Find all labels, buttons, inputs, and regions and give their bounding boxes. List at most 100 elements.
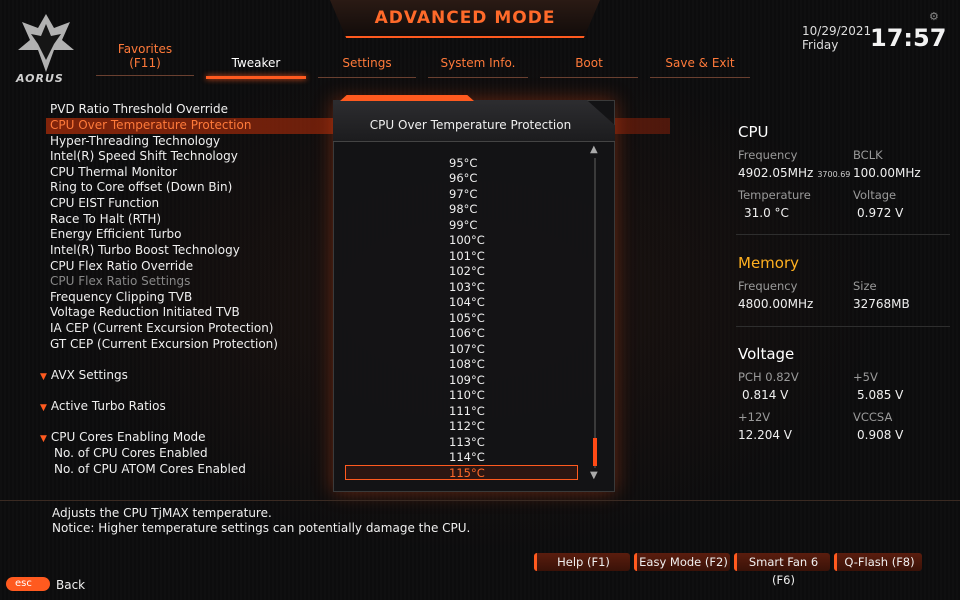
popup-option[interactable]: 96°C (449, 171, 477, 185)
popup-option[interactable]: 101°C (449, 249, 485, 263)
panel-divider (736, 234, 950, 235)
setting-atom-cores-enabled[interactable]: No. of CPU ATOM Cores Enabled (54, 462, 246, 476)
popup-option[interactable]: 112°C (449, 419, 485, 433)
vccsa-label: VCCSA (853, 410, 893, 424)
memory-frequency-label: Frequency (738, 279, 798, 293)
popup-option[interactable]: 104°C (449, 295, 485, 309)
tab-boot[interactable]: Boot (540, 56, 638, 78)
setting-cpu-thermal-monitor[interactable]: CPU Thermal Monitor (50, 165, 177, 179)
help-text-line2: Notice: Higher temperature settings can … (52, 521, 471, 535)
setting-cpu-over-temp-protection[interactable]: CPU Over Temperature Protection (50, 118, 251, 132)
weekday-display: Friday (802, 38, 839, 52)
tab-system-info[interactable]: System Info. (428, 56, 528, 78)
popup-option[interactable]: 98°C (449, 202, 477, 216)
popup-option[interactable]: 109°C (449, 373, 485, 387)
setting-hyper-threading[interactable]: Hyper-Threading Technology (50, 134, 220, 148)
cpu-bclk-label: BCLK (853, 148, 883, 162)
popup-option[interactable]: 106°C (449, 326, 485, 340)
popup-option[interactable]: 100°C (449, 233, 485, 247)
page-title: ADVANCED MODE (374, 8, 556, 28)
q-flash-button[interactable]: Q-Flash (F8) (834, 553, 922, 571)
popup-option[interactable]: 114°C (449, 450, 485, 464)
help-divider (0, 500, 960, 501)
setting-ia-cep[interactable]: IA CEP (Current Excursion Protection) (50, 321, 274, 335)
popup-option[interactable]: 111°C (449, 404, 485, 418)
cpu-temperature-label: Temperature (738, 188, 811, 202)
popup-option[interactable]: 113°C (449, 435, 485, 449)
tab-settings[interactable]: Settings (318, 56, 416, 78)
setting-gt-cep[interactable]: GT CEP (Current Excursion Protection) (50, 337, 278, 351)
setting-voltage-reduction-tvb[interactable]: Voltage Reduction Initiated TVB (50, 305, 240, 319)
tab-label: Settings (342, 56, 392, 70)
memory-frequency-value: 4800.00MHz (738, 297, 814, 311)
popup-scrollbar-thumb[interactable] (593, 438, 597, 466)
cpu-panel-title: CPU (738, 123, 769, 141)
setting-race-to-halt[interactable]: Race To Halt (RTH) (50, 212, 161, 226)
cpu-frequency-label: Frequency (738, 148, 798, 162)
popup-option[interactable]: 105°C (449, 311, 485, 325)
popup-option-selected[interactable]: 115°C (449, 466, 485, 480)
popup-option[interactable]: 99°C (449, 218, 477, 232)
section-avx-settings[interactable]: ▼ AVX Settings (40, 368, 128, 382)
easy-mode-button[interactable]: Easy Mode (F2) (634, 553, 730, 571)
popup-option[interactable]: 102°C (449, 264, 485, 278)
tab-label: System Info. (440, 56, 516, 70)
setting-frequency-clipping-tvb[interactable]: Frequency Clipping TVB (50, 290, 192, 304)
logo-text: AORUS (16, 72, 64, 85)
5v-value: 5.085 V (857, 388, 904, 402)
popup-scrollbar-track[interactable] (594, 158, 596, 468)
tab-label: Favorites (117, 42, 173, 56)
setting-pvd-ratio-threshold[interactable]: PVD Ratio Threshold Override (50, 102, 228, 116)
section-active-turbo-ratios[interactable]: ▼ Active Turbo Ratios (40, 399, 166, 413)
popup-option[interactable]: 97°C (449, 187, 477, 201)
settings-gear-icon[interactable]: ⚙ (929, 10, 939, 23)
vccsa-value: 0.908 V (857, 428, 904, 442)
esc-key-badge[interactable]: esc (6, 577, 50, 591)
setting-cpu-cores-enabled[interactable]: No. of CPU Cores Enabled (54, 446, 208, 460)
scroll-up-arrow-icon[interactable]: ▲ (590, 144, 598, 155)
section-cpu-cores-enabling[interactable]: ▼ CPU Cores Enabling Mode (40, 430, 206, 444)
expand-triangle-icon: ▼ (40, 434, 47, 444)
back-button[interactable]: Back (56, 578, 85, 592)
section-label: CPU Cores Enabling Mode (50, 430, 206, 444)
setting-cpu-eist[interactable]: CPU EIST Function (50, 196, 159, 210)
expand-triangle-icon: ▼ (40, 403, 47, 413)
tab-save-exit[interactable]: Save & Exit (650, 56, 750, 78)
setting-ring-core-offset[interactable]: Ring to Core offset (Down Bin) (50, 180, 232, 194)
voltage-panel-title: Voltage (738, 345, 795, 363)
pch-voltage-label: PCH 0.82V (738, 370, 799, 384)
memory-size-value: 32768MB (853, 297, 910, 311)
popup-option[interactable]: 108°C (449, 357, 485, 371)
12v-value: 12.204 V (738, 428, 793, 442)
pch-voltage-value: 0.814 V (742, 388, 789, 402)
popup-option[interactable]: 110°C (449, 388, 485, 402)
popup-accent-tab (340, 95, 474, 101)
tab-label: Tweaker (231, 56, 281, 70)
popup-title: CPU Over Temperature Protection (369, 118, 572, 132)
12v-label: +12V (738, 410, 771, 424)
date-display: 10/29/2021 (802, 24, 872, 38)
tab-tweaker[interactable]: Tweaker (206, 56, 306, 79)
setting-energy-efficient-turbo[interactable]: Energy Efficient Turbo (50, 227, 181, 241)
setting-flex-ratio-settings: CPU Flex Ratio Settings (50, 274, 191, 288)
cpu-frequency-sub: 3700.69 (817, 170, 851, 179)
popup-option[interactable]: 103°C (449, 280, 485, 294)
cpu-frequency-number: 4902.05MHz (738, 166, 814, 180)
tab-favorites[interactable]: Favorites (F11) (96, 42, 194, 76)
setting-flex-ratio-override[interactable]: CPU Flex Ratio Override (50, 259, 193, 273)
help-text-line1: Adjusts the CPU TjMAX temperature. (52, 506, 272, 520)
setting-speed-shift[interactable]: Intel(R) Speed Shift Technology (50, 149, 238, 163)
tab-label: Boot (575, 56, 603, 70)
section-label: AVX Settings (50, 368, 128, 382)
setting-turbo-boost[interactable]: Intel(R) Turbo Boost Technology (50, 243, 240, 257)
help-button[interactable]: Help (F1) (534, 553, 630, 571)
popup-option[interactable]: 107°C (449, 342, 485, 356)
memory-size-label: Size (853, 279, 877, 293)
cpu-voltage-label: Voltage (853, 188, 897, 202)
expand-triangle-icon: ▼ (40, 372, 47, 382)
smart-fan-button[interactable]: Smart Fan 6 (F6) (734, 553, 830, 587)
popup-option[interactable]: 95°C (449, 156, 477, 170)
cpu-voltage-value: 0.972 V (857, 206, 904, 220)
clock-display: 17:57 (870, 24, 947, 52)
scroll-down-arrow-icon[interactable]: ▼ (590, 470, 598, 481)
